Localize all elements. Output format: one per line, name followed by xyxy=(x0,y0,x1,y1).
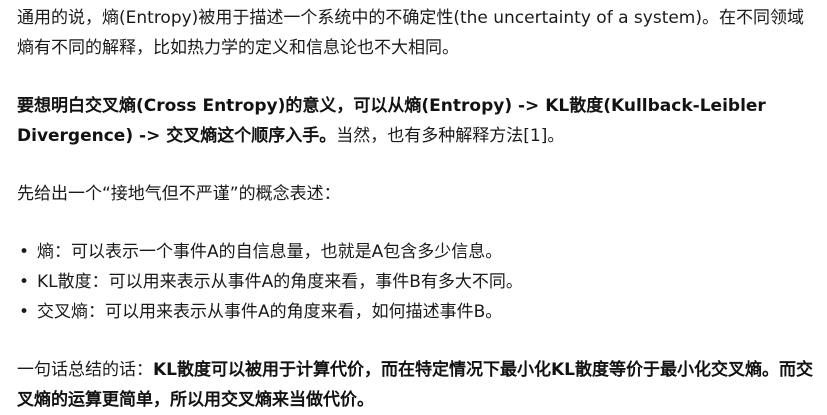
text-methods-note: 当然，也有多种解释方法[1]。 xyxy=(336,126,565,146)
bullet-marker: • xyxy=(19,242,30,262)
list-item-text: 交叉熵：可以用来表示从事件A的角度来看，如何描述事件B。 xyxy=(37,302,503,322)
paragraph-reading-order: 要想明白交叉熵(Cross Entropy)的意义，可以从熵(Entropy) … xyxy=(17,91,817,151)
text-summary-lead: 一句话总结的话： xyxy=(17,360,153,380)
bullet-marker: • xyxy=(19,302,30,322)
paragraph-summary: 一句话总结的话：KL散度可以被用于计算代价，而在特定情况下最小化KL散度等价于最… xyxy=(17,355,817,415)
article-body: 通用的说，熵(Entropy)被用于描述一个系统中的不确定性(the uncer… xyxy=(0,0,827,410)
list-item-entropy: • 熵：可以表示一个事件A的自信息量，也就是A包含多少信息。 xyxy=(17,237,817,267)
paragraph-concept-lead: 先给出一个“接地气但不严谨”的概念表述： xyxy=(17,184,341,204)
list-item-cross-entropy: • 交叉熵：可以用来表示从事件A的角度来看，如何描述事件B。 xyxy=(17,297,817,327)
concept-list: • 熵：可以表示一个事件A的自信息量，也就是A包含多少信息。 • KL散度：可以… xyxy=(17,237,817,327)
list-item-text: 熵：可以表示一个事件A的自信息量，也就是A包含多少信息。 xyxy=(37,242,503,262)
bullet-marker: • xyxy=(19,272,30,292)
list-item-kl-divergence: • KL散度：可以用来表示从事件A的角度来看，事件B有多大不同。 xyxy=(17,267,817,297)
list-item-text: KL散度：可以用来表示从事件A的角度来看，事件B有多大不同。 xyxy=(37,272,523,292)
paragraph-entropy-intro: 通用的说，熵(Entropy)被用于描述一个系统中的不确定性(the uncer… xyxy=(17,8,805,58)
